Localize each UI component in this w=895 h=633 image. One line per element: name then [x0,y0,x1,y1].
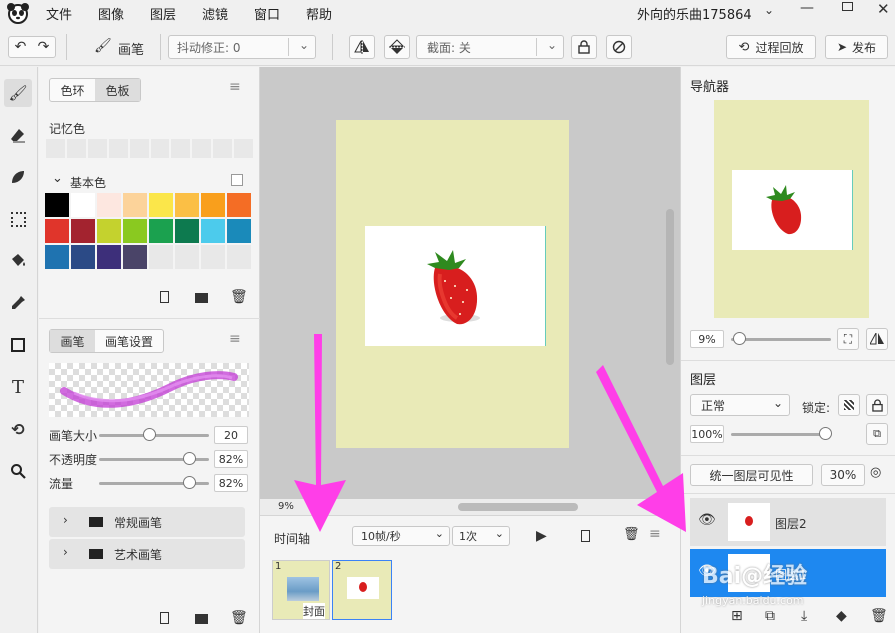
watermark: Bai@经验 jingyan.baidu.com [702,558,872,628]
watermark-url: jingyan.baidu.com [702,594,804,607]
arrow-right [596,365,686,532]
arrow-left [294,334,346,532]
annotation-arrows [294,334,686,532]
watermark-logo: Bai@经验 [702,564,808,589]
